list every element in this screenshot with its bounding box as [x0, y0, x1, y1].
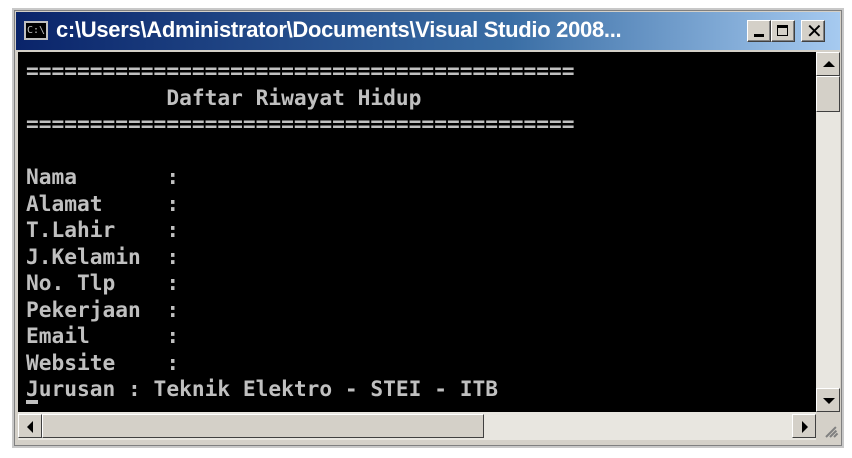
console-line: Email :	[26, 323, 180, 348]
console-line: Website :	[26, 349, 180, 375]
scroll-up-button[interactable]	[816, 52, 840, 76]
vertical-scrollbar[interactable]	[816, 52, 840, 412]
scroll-down-arrow-icon	[823, 398, 835, 404]
maximize-icon	[777, 25, 788, 36]
console-line: T.Lahir :	[26, 217, 180, 242]
console-window: C:\ c:\Users\Administrator\Documents\Vis…	[12, 8, 844, 448]
resize-grip[interactable]	[816, 412, 840, 440]
vertical-scroll-thumb[interactable]	[816, 76, 840, 112]
console-output[interactable]: ========================================…	[18, 52, 816, 412]
title-bar[interactable]: C:\ c:\Users\Administrator\Documents\Vis…	[16, 12, 840, 50]
console-line: J.Kelamin :	[26, 243, 180, 269]
console-line: Jurusan : Teknik Elektro - STEI - ITB	[26, 376, 498, 401]
console-text: ========================================…	[26, 58, 575, 403]
close-button[interactable]: ✕	[801, 20, 825, 42]
close-icon: ✕	[806, 19, 823, 43]
console-line: No. Tlp :	[26, 270, 180, 295]
console-line: ========================================…	[26, 58, 575, 83]
console-app-icon[interactable]: C:\	[24, 21, 48, 40]
app-icon-label: C:\	[27, 25, 46, 36]
console-line: Pekerjaan :	[26, 296, 180, 322]
scroll-up-arrow-icon	[823, 61, 835, 67]
horizontal-scroll-thumb[interactable]	[42, 414, 484, 438]
scroll-right-arrow-icon	[802, 421, 808, 433]
console-line: Daftar Riwayat Hidup	[26, 84, 422, 110]
scroll-left-button[interactable]	[18, 414, 42, 438]
horizontal-scrollbar[interactable]	[18, 412, 816, 440]
minimize-button[interactable]	[747, 20, 771, 42]
window-title: c:\Users\Administrator\Documents\Visual …	[56, 17, 622, 42]
console-line: ========================================…	[26, 111, 575, 136]
minimize-icon	[754, 34, 764, 37]
console-line: Alamat :	[26, 190, 180, 216]
scroll-left-arrow-icon	[27, 421, 33, 433]
scroll-right-button[interactable]	[792, 414, 816, 438]
text-cursor	[26, 400, 38, 404]
maximize-button[interactable]	[771, 20, 795, 42]
scroll-down-button[interactable]	[816, 388, 840, 412]
console-line: Nama :	[26, 164, 180, 189]
